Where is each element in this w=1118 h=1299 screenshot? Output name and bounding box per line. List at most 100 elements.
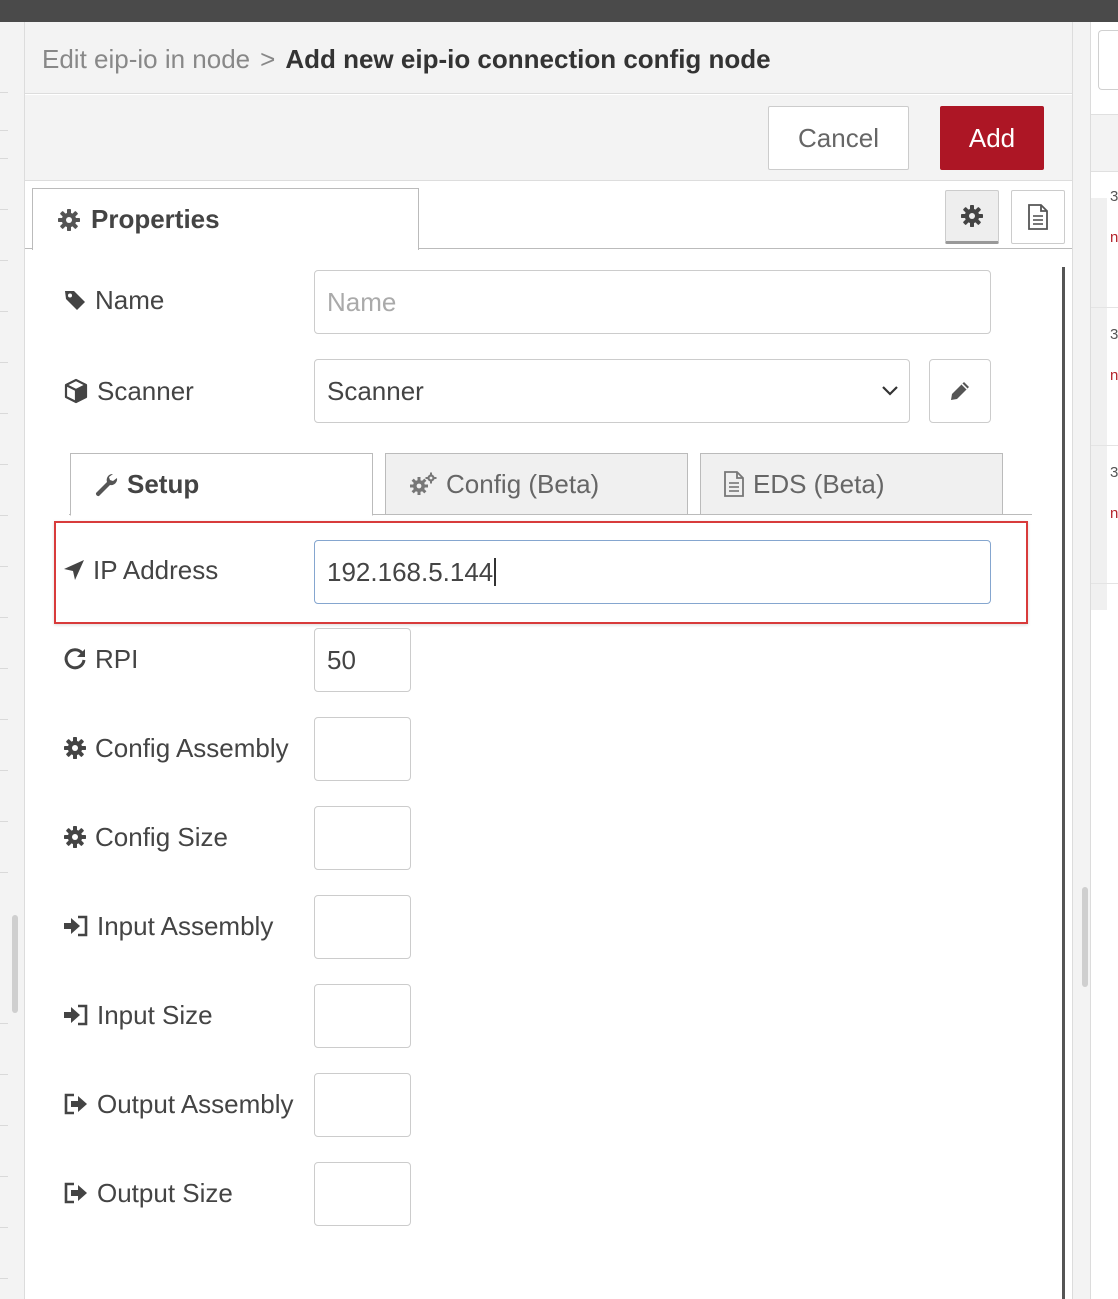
config-size-label: Config Size	[63, 819, 228, 855]
ip-address-input[interactable]: 192.168.5.144	[314, 540, 991, 604]
cancel-button[interactable]: Cancel	[768, 106, 909, 170]
pencil-icon	[951, 382, 969, 400]
sidebar-content: 3 n 3 n 3 n	[1090, 22, 1118, 1299]
right-sidebar: 3 n 3 n 3 n	[1072, 22, 1118, 1299]
tab-eds-beta[interactable]: EDS (Beta)	[700, 453, 1003, 515]
grid-line	[0, 311, 8, 312]
cube-icon	[64, 378, 88, 404]
config-assembly-label: Config Assembly	[63, 730, 289, 766]
grid-line	[0, 1074, 8, 1075]
entry-tag: n	[1110, 367, 1118, 384]
sign-out-icon	[64, 1182, 87, 1204]
tab-eds-label: EDS (Beta)	[753, 468, 885, 499]
input-size-input[interactable]	[314, 984, 411, 1048]
sidebar-tab[interactable]	[1098, 30, 1118, 90]
grid-line	[0, 130, 8, 131]
sidebar-header	[1091, 114, 1118, 172]
ip-address-label-text: IP Address	[93, 554, 219, 585]
input-assembly-input[interactable]	[314, 895, 411, 959]
entry-number: 3	[1110, 464, 1118, 481]
output-size-label: Output Size	[63, 1175, 233, 1211]
breadcrumb-current: Add new eip-io connection config node	[285, 44, 771, 74]
edit-scanner-button[interactable]	[929, 359, 991, 423]
input-size-label-text: Input Size	[97, 999, 213, 1030]
grid-line	[0, 92, 8, 93]
config-assembly-label-text: Config Assembly	[95, 732, 289, 763]
ip-address-label: IP Address	[63, 552, 218, 588]
grid-line	[0, 464, 8, 465]
add-button[interactable]: Add	[940, 106, 1044, 170]
grid-line	[0, 515, 8, 516]
grid-line	[0, 617, 8, 618]
grid-line	[0, 209, 8, 210]
entry-tag: n	[1110, 505, 1118, 522]
scanner-label: Scanner	[63, 373, 194, 409]
breadcrumb-parent[interactable]: Edit eip-io in node	[42, 44, 250, 74]
sidebar-resize-handle[interactable]	[1082, 887, 1088, 987]
grid-line	[0, 260, 8, 261]
grid-line	[0, 1278, 8, 1279]
refresh-icon	[64, 648, 86, 670]
gear-icon	[961, 205, 983, 227]
grid-line	[0, 872, 8, 873]
input-assembly-label: Input Assembly	[63, 908, 273, 944]
workspace-left-strip	[0, 22, 25, 1299]
dialog-tabs: Properties	[25, 182, 1072, 250]
scanner-selected-value: Scanner	[327, 375, 424, 406]
text-caret	[494, 558, 496, 586]
name-label-text: Name	[95, 284, 165, 315]
node-settings-button[interactable]	[945, 190, 999, 244]
grid-line	[0, 158, 8, 159]
output-size-input[interactable]	[314, 1162, 411, 1226]
chevron-down-icon	[882, 386, 898, 396]
grid-line	[0, 1227, 8, 1228]
grid-line	[0, 1125, 8, 1126]
tab-setup[interactable]: Setup	[70, 453, 373, 516]
document-icon	[1028, 204, 1048, 230]
rpi-label: RPI	[63, 641, 138, 677]
grid-line	[0, 719, 8, 720]
wrench-icon	[95, 473, 118, 496]
tab-properties[interactable]: Properties	[32, 188, 419, 250]
scanner-select[interactable]: Scanner	[314, 359, 910, 423]
config-size-label-text: Config Size	[95, 821, 228, 852]
sign-in-icon	[64, 915, 88, 937]
scanner-label-text: Scanner	[97, 375, 194, 406]
entry-number: 3	[1110, 188, 1118, 205]
entry-number: 3	[1110, 326, 1118, 343]
tab-config-beta[interactable]: Config (Beta)	[385, 453, 688, 515]
gear-icon	[58, 208, 80, 231]
content-scrollbar[interactable]	[1062, 267, 1065, 1299]
node-description-button[interactable]	[1011, 190, 1065, 244]
gear-icon	[64, 826, 86, 848]
grid-line	[0, 362, 8, 363]
sidebar-entry[interactable]: 3 n	[1091, 312, 1118, 446]
workspace-scrollbar[interactable]	[12, 915, 18, 1013]
tab-setup-label: Setup	[127, 469, 200, 499]
sidebar-entry[interactable]: 3 n	[1091, 450, 1118, 584]
config-assembly-input[interactable]	[314, 717, 411, 781]
breadcrumb-separator: >	[260, 44, 276, 74]
output-assembly-input[interactable]	[314, 1073, 411, 1137]
sign-out-icon	[64, 1093, 87, 1115]
grid-line	[0, 566, 8, 567]
grid-line	[0, 668, 8, 669]
entry-tag: n	[1110, 229, 1118, 246]
rpi-label-text: RPI	[95, 643, 139, 674]
grid-line	[0, 1176, 8, 1177]
ip-address-value: 192.168.5.144	[327, 556, 494, 587]
sidebar-entry[interactable]: 3 n	[1091, 174, 1118, 308]
dialog-title-bar: Edit eip-io in node > Add new eip-io conne…	[25, 22, 1072, 94]
name-input[interactable]: Name	[314, 270, 991, 334]
grid-line	[0, 821, 8, 822]
grid-line	[0, 413, 8, 414]
rpi-input[interactable]: 50	[314, 628, 411, 692]
tab-config-label: Config (Beta)	[446, 468, 600, 499]
output-assembly-label: Output Assembly	[63, 1086, 294, 1122]
grid-line	[0, 770, 8, 771]
dialog-button-bar: Cancel Add	[25, 95, 1072, 181]
location-arrow-icon	[64, 560, 84, 580]
gears-icon	[410, 472, 437, 495]
config-size-input[interactable]	[314, 806, 411, 870]
gear-icon	[64, 737, 86, 759]
